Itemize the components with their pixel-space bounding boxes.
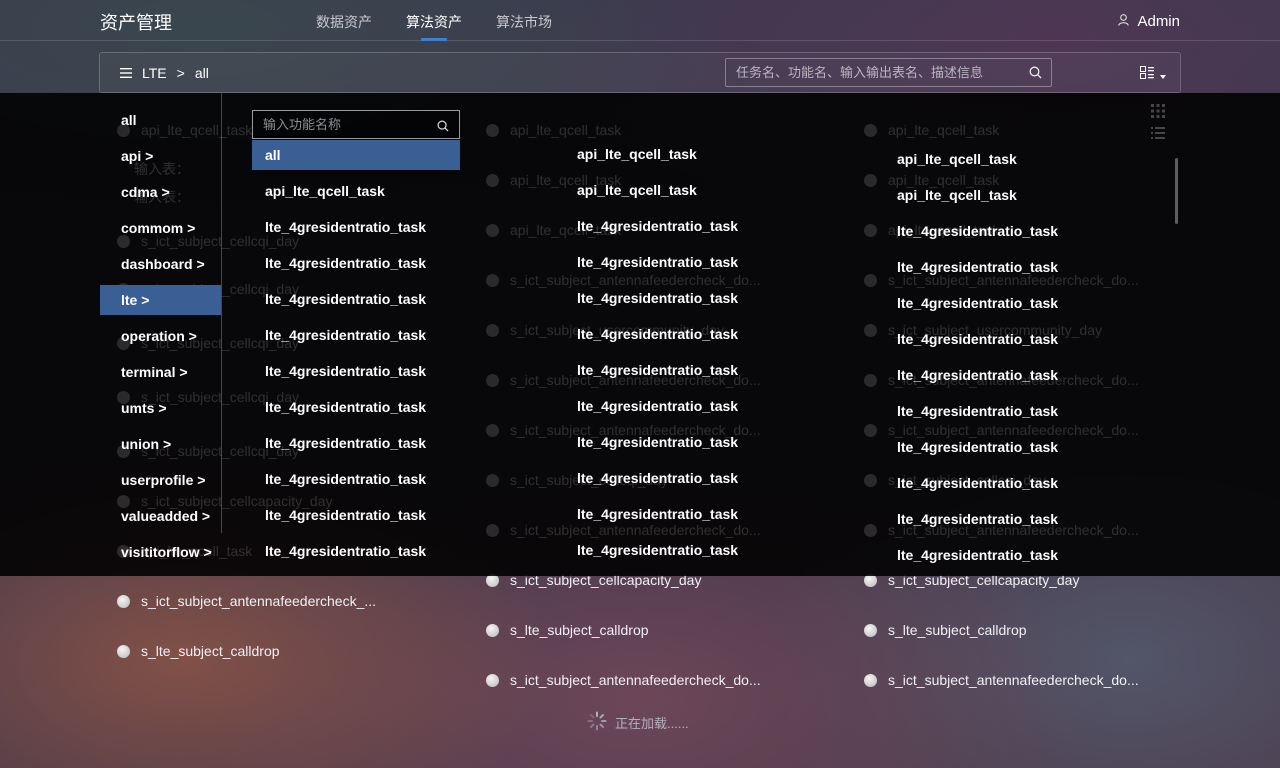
task-item[interactable]: lte_4gresidentratio_task — [577, 218, 738, 234]
function-item[interactable]: lte_4gresidentratio_task — [252, 500, 460, 530]
task-item[interactable]: lte_4gresidentratio_task — [897, 439, 1058, 455]
user-icon — [1118, 13, 1130, 30]
breadcrumb-item-lte[interactable]: LTE — [142, 65, 167, 81]
task-item[interactable]: lte_4gresidentratio_task — [897, 259, 1058, 275]
status-dot — [486, 673, 499, 687]
task-item[interactable]: lte_4gresidentratio_task — [577, 290, 738, 306]
breadcrumb-item-all: all — [194, 65, 209, 81]
main-nav: 数据资产 算法资产 算法市场 — [316, 0, 586, 41]
status-dot — [864, 623, 877, 637]
list-view-icon[interactable] — [1151, 126, 1165, 145]
status-dot — [117, 594, 130, 608]
task-card[interactable]: s_lte_subject_calldrop — [864, 622, 1027, 638]
function-item[interactable]: lte_4gresidentratio_task — [252, 392, 460, 422]
task-item[interactable]: lte_4gresidentratio_task — [577, 434, 738, 450]
task-item[interactable]: lte_4gresidentratio_task — [577, 398, 738, 414]
task-item[interactable]: api_lte_qcell_task — [577, 146, 697, 162]
category-dropdown-overlay: api_lte_qcell_task 输入表： 输入表： s_ict_subje… — [0, 93, 1280, 576]
function-item[interactable]: lte_4gresidentratio_task — [252, 284, 460, 314]
ghost-task: api_lte_qcell_task — [486, 122, 621, 138]
task-card[interactable]: s_ict_subject_antennafeedercheck_... — [117, 593, 376, 609]
breadcrumb-separator: > — [176, 65, 185, 81]
category-item-valueadded[interactable]: valueadded > — [100, 501, 221, 531]
category-item-operation[interactable]: operation > — [100, 321, 221, 351]
nav-algorithm-market[interactable]: 算法市场 — [496, 0, 552, 41]
category-item-lte[interactable]: lte > — [100, 285, 221, 315]
task-item[interactable]: lte_4gresidentratio_task — [577, 254, 738, 270]
category-item-userprofile[interactable]: userprofile > — [100, 465, 221, 495]
search-icon[interactable] — [437, 119, 449, 137]
loading-indicator: 正在加载...... — [587, 711, 689, 734]
task-item[interactable]: lte_4gresidentratio_task — [897, 511, 1058, 527]
function-item[interactable]: lte_4gresidentratio_task — [252, 356, 460, 386]
task-item[interactable]: lte_4gresidentratio_task — [897, 475, 1058, 491]
function-item[interactable]: api_lte_qcell_task — [252, 176, 460, 206]
category-item-cdma[interactable]: cdma > — [100, 177, 221, 207]
spinner-icon — [587, 711, 607, 734]
task-item[interactable]: api_lte_qcell_task — [897, 151, 1017, 167]
ghost-task: s_ict_subject_antennafeedercheck_do... — [864, 422, 1139, 438]
task-item[interactable]: lte_4gresidentratio_task — [897, 331, 1058, 347]
category-item-visititorflow[interactable]: visititorflow > — [100, 537, 221, 567]
caret-down-icon — [1160, 66, 1166, 84]
category-item-api[interactable]: api > — [100, 141, 221, 171]
function-item[interactable]: lte_4gresidentratio_task — [252, 464, 460, 494]
function-search-box — [252, 110, 460, 139]
category-item-terminal[interactable]: terminal > — [100, 357, 221, 387]
task-item[interactable]: api_lte_qcell_task — [577, 182, 697, 198]
ghost-task: api_lte_qcell_task — [864, 172, 999, 188]
task-item[interactable]: lte_4gresidentratio_task — [897, 367, 1058, 383]
function-item-all[interactable]: all — [252, 140, 460, 170]
ghost-task: api_lte_qcell_task — [864, 122, 999, 138]
toolbar: LTE > all — [99, 52, 1181, 93]
task-card[interactable]: s_lte_subject_calldrop — [486, 622, 649, 638]
function-search-input[interactable] — [253, 111, 433, 138]
search-icon[interactable] — [1029, 66, 1042, 84]
task-item[interactable]: api_lte_qcell_task — [897, 187, 1017, 203]
menu-icon[interactable] — [120, 65, 132, 81]
nav-algorithm-assets[interactable]: 算法资产 — [406, 0, 462, 41]
user-name: Admin — [1137, 13, 1180, 30]
top-header: 资产管理 数据资产 算法资产 算法市场 Admin — [0, 0, 1280, 41]
status-dot — [117, 644, 130, 658]
user-menu[interactable]: Admin — [1118, 13, 1180, 30]
task-item[interactable]: lte_4gresidentratio_task — [577, 506, 738, 522]
task-card[interactable]: s_ict_subject_antennafeedercheck_do... — [864, 672, 1139, 688]
task-search-box — [725, 58, 1052, 87]
status-dot — [864, 673, 877, 687]
function-item[interactable]: lte_4gresidentratio_task — [252, 428, 460, 458]
task-item[interactable]: lte_4gresidentratio_task — [897, 223, 1058, 239]
ghost-task: s_ict_subject_antennafeedercheck_do... — [486, 272, 761, 288]
task-item[interactable]: lte_4gresidentratio_task — [897, 547, 1058, 563]
function-item[interactable]: lte_4gresidentratio_task — [252, 248, 460, 278]
function-item[interactable]: lte_4gresidentratio_task — [252, 320, 460, 350]
category-item-all[interactable]: all — [100, 105, 221, 135]
task-card[interactable]: s_lte_subject_calldrop — [117, 643, 280, 659]
app-title: 资产管理 — [100, 13, 172, 33]
task-search-input[interactable] — [726, 59, 1021, 86]
task-item[interactable]: lte_4gresidentratio_task — [577, 470, 738, 486]
task-item[interactable]: lte_4gresidentratio_task — [897, 403, 1058, 419]
task-item[interactable]: lte_4gresidentratio_task — [577, 326, 738, 342]
breadcrumb: LTE > all — [120, 65, 209, 81]
scrollbar-thumb[interactable] — [1175, 158, 1178, 224]
view-mode-toggle[interactable] — [1140, 66, 1166, 84]
task-item[interactable]: lte_4gresidentratio_task — [577, 362, 738, 378]
task-item[interactable]: lte_4gresidentratio_task — [897, 295, 1058, 311]
nav-data-assets[interactable]: 数据资产 — [316, 0, 372, 41]
task-item[interactable]: lte_4gresidentratio_task — [577, 542, 738, 558]
status-dot — [486, 623, 499, 637]
list-view-icon — [1140, 66, 1154, 84]
category-item-union[interactable]: union > — [100, 429, 221, 459]
category-item-commom[interactable]: commom > — [100, 213, 221, 243]
ghost-task: s_ict_subject_antennafeedercheck_do... — [486, 522, 761, 538]
task-card[interactable]: s_ict_subject_antennafeedercheck_do... — [486, 672, 761, 688]
grid-view-icon[interactable] — [1151, 104, 1165, 123]
function-item[interactable]: lte_4gresidentratio_task — [252, 536, 460, 566]
loading-text: 正在加载...... — [615, 716, 689, 731]
category-item-umts[interactable]: umts > — [100, 393, 221, 423]
function-item[interactable]: lte_4gresidentratio_task — [252, 212, 460, 242]
category-item-dashboard[interactable]: dashboard > — [100, 249, 221, 279]
category-list: all api > cdma > commom > dashboard > lt… — [100, 93, 222, 560]
